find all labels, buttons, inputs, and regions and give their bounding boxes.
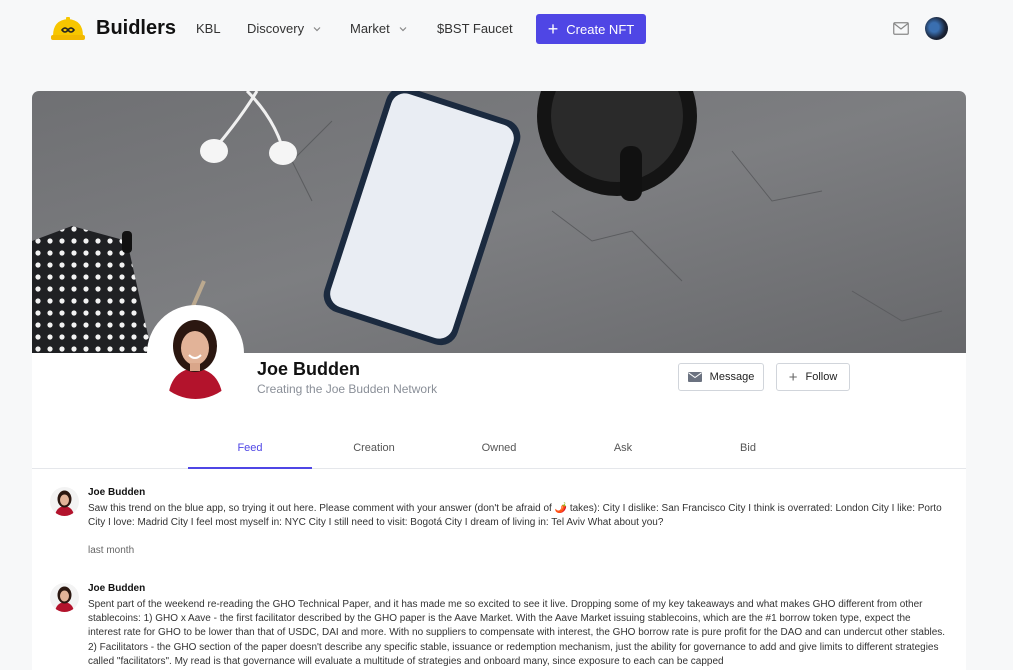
post-body: Saw this trend on the blue app, so tryin…	[88, 503, 942, 529]
create-nft-label: Create NFT	[566, 21, 635, 37]
envelope-icon	[687, 372, 702, 382]
nav-item-label: Discovery	[247, 21, 305, 36]
tab-feed[interactable]: Feed	[188, 435, 312, 469]
avatar-photo	[50, 583, 79, 612]
follow-label: Follow	[805, 371, 838, 383]
profile-tagline: Creating the Joe Budden Network	[257, 382, 438, 396]
create-nft-button[interactable]: + Create NFT	[536, 14, 646, 44]
post-avatar[interactable]	[50, 583, 79, 612]
nav-item-label: KBL	[196, 21, 221, 36]
nav-item-market[interactable]: Market	[350, 21, 408, 36]
follow-button[interactable]: + Follow	[776, 363, 850, 391]
post-avatar[interactable]	[50, 487, 79, 516]
post-author[interactable]: Joe Budden	[88, 583, 145, 594]
post-body: Spent part of the weekend re-reading the…	[88, 599, 946, 667]
nav-item-discovery[interactable]: Discovery	[247, 21, 322, 36]
message-label: Message	[709, 371, 755, 383]
mail-icon[interactable]	[893, 22, 909, 35]
nav-item-label: Market	[350, 21, 390, 36]
message-button[interactable]: Message	[678, 363, 764, 391]
tab-bid[interactable]: Bid	[686, 435, 810, 469]
top-nav: Buidlers KBL Discovery Market $BST Fauce…	[0, 0, 1013, 58]
post-timestamp: last month	[88, 545, 135, 556]
plus-icon: +	[788, 368, 798, 386]
tab-ask[interactable]: Ask	[561, 435, 685, 469]
user-avatar[interactable]	[925, 17, 948, 40]
profile-card: Joe Budden Creating the Joe Budden Netwo…	[32, 91, 966, 670]
nav-item-bst-faucet[interactable]: $BST Faucet	[437, 21, 513, 36]
profile-name: Joe Budden	[257, 359, 361, 379]
profile-avatar	[147, 305, 244, 402]
helmet-logo-icon	[51, 17, 85, 40]
plus-icon: +	[547, 19, 559, 39]
chevron-down-icon	[399, 26, 407, 31]
nav-item-kbl[interactable]: KBL	[196, 21, 221, 36]
tab-creation[interactable]: Creation	[312, 435, 436, 469]
post-author[interactable]: Joe Budden	[88, 487, 145, 498]
brand-name: Buidlers	[96, 16, 177, 39]
profile-tabs: Feed Creation Owned Ask Bid	[32, 435, 966, 469]
profile-photo	[150, 308, 241, 399]
avatar-photo	[50, 487, 79, 516]
logo-link[interactable]: Buidlers	[50, 14, 176, 42]
nav-item-label: $BST Faucet	[437, 21, 513, 36]
tab-owned[interactable]: Owned	[437, 435, 561, 469]
chevron-down-icon	[313, 26, 321, 31]
